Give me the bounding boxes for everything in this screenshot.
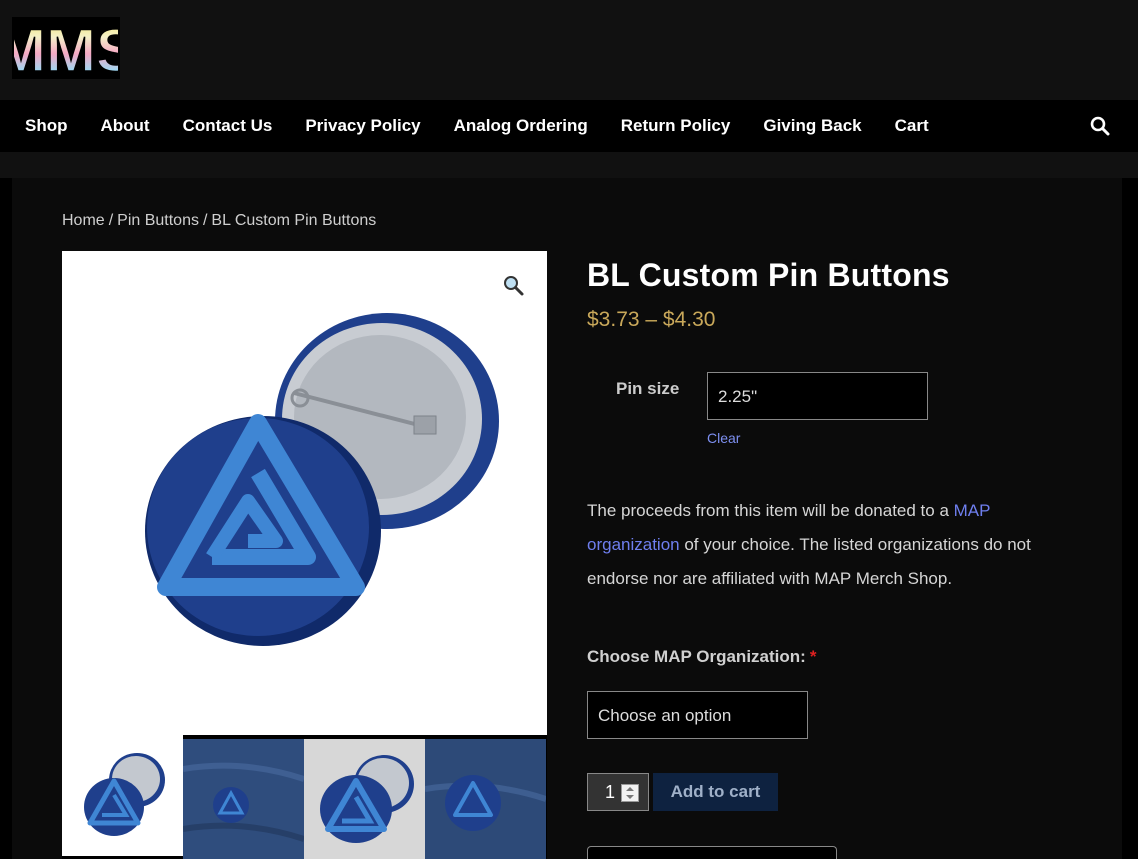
product-title: BL Custom Pin Buttons (587, 257, 950, 293)
header-spacer (0, 152, 1138, 178)
breadcrumb-current: BL Custom Pin Buttons (211, 212, 377, 229)
breadcrumb: Home / Pin Buttons / BL Custom Pin Buttons (62, 212, 376, 230)
choose-organization-label-text: Choose MAP Organization: (587, 647, 806, 666)
product-description: The proceeds from this item will be dona… (587, 494, 1077, 596)
nav-item-cart[interactable]: Cart (895, 116, 929, 136)
stepper-down-icon[interactable] (626, 795, 634, 799)
nav-item-contact-us[interactable]: Contact Us (183, 116, 273, 136)
stepper-up-icon[interactable] (626, 787, 634, 791)
thumbnail-4[interactable] (425, 739, 546, 859)
clear-selection-link[interactable]: Clear (707, 430, 740, 446)
quantity-value: 1 (605, 782, 616, 802)
nav-item-shop[interactable]: Shop (25, 116, 68, 136)
breadcrumb-separator: / (202, 212, 208, 229)
thumbnail-1[interactable] (62, 735, 183, 856)
breadcrumb-separator: / (108, 212, 114, 229)
description-text-start: The proceeds from this item will be dona… (587, 501, 954, 520)
nav-item-giving-back[interactable]: Giving Back (763, 116, 861, 136)
product-summary: BL Custom Pin Buttons $3.73 – $4.30 Pin … (587, 251, 1087, 859)
nav-item-return-policy[interactable]: Return Policy (621, 116, 731, 136)
choose-organization-label: Choose MAP Organization: * (587, 647, 816, 667)
breadcrumb-category[interactable]: Pin Buttons (117, 212, 199, 229)
logo-text: MMS (14, 19, 118, 77)
zoom-icon[interactable] (501, 273, 525, 297)
thumbnail-3[interactable] (304, 739, 425, 859)
thumbnail-2[interactable] (183, 739, 304, 859)
product-main: Home / Pin Buttons / BL Custom Pin Buttons (12, 178, 1122, 859)
pin-button-image (145, 313, 499, 646)
nav-item-privacy-policy[interactable]: Privacy Policy (305, 116, 420, 136)
site-header: MMS (0, 0, 1138, 100)
add-to-cart-button[interactable]: Add to cart (653, 773, 778, 811)
nav-item-about[interactable]: About (101, 116, 150, 136)
organization-select[interactable]: Choose an option (587, 691, 808, 739)
next-field-box[interactable] (587, 846, 837, 859)
product-thumbnails (62, 735, 547, 859)
breadcrumb-home[interactable]: Home (62, 212, 105, 229)
search-icon[interactable] (1090, 116, 1110, 136)
nav-item-analog-ordering[interactable]: Analog Ordering (454, 116, 588, 136)
quantity-stepper[interactable] (621, 784, 639, 802)
required-mark: * (809, 647, 817, 666)
product-image[interactable] (62, 251, 547, 736)
quantity-input[interactable]: 1 (587, 773, 649, 811)
site-logo[interactable]: MMS (12, 17, 120, 79)
product-price: $3.73 – $4.30 (587, 308, 716, 331)
pin-size-label: Pin size (616, 379, 680, 398)
main-navigation: Shop About Contact Us Privacy Policy Ana… (0, 100, 1138, 152)
pin-size-select[interactable]: 2.25" (707, 372, 928, 420)
